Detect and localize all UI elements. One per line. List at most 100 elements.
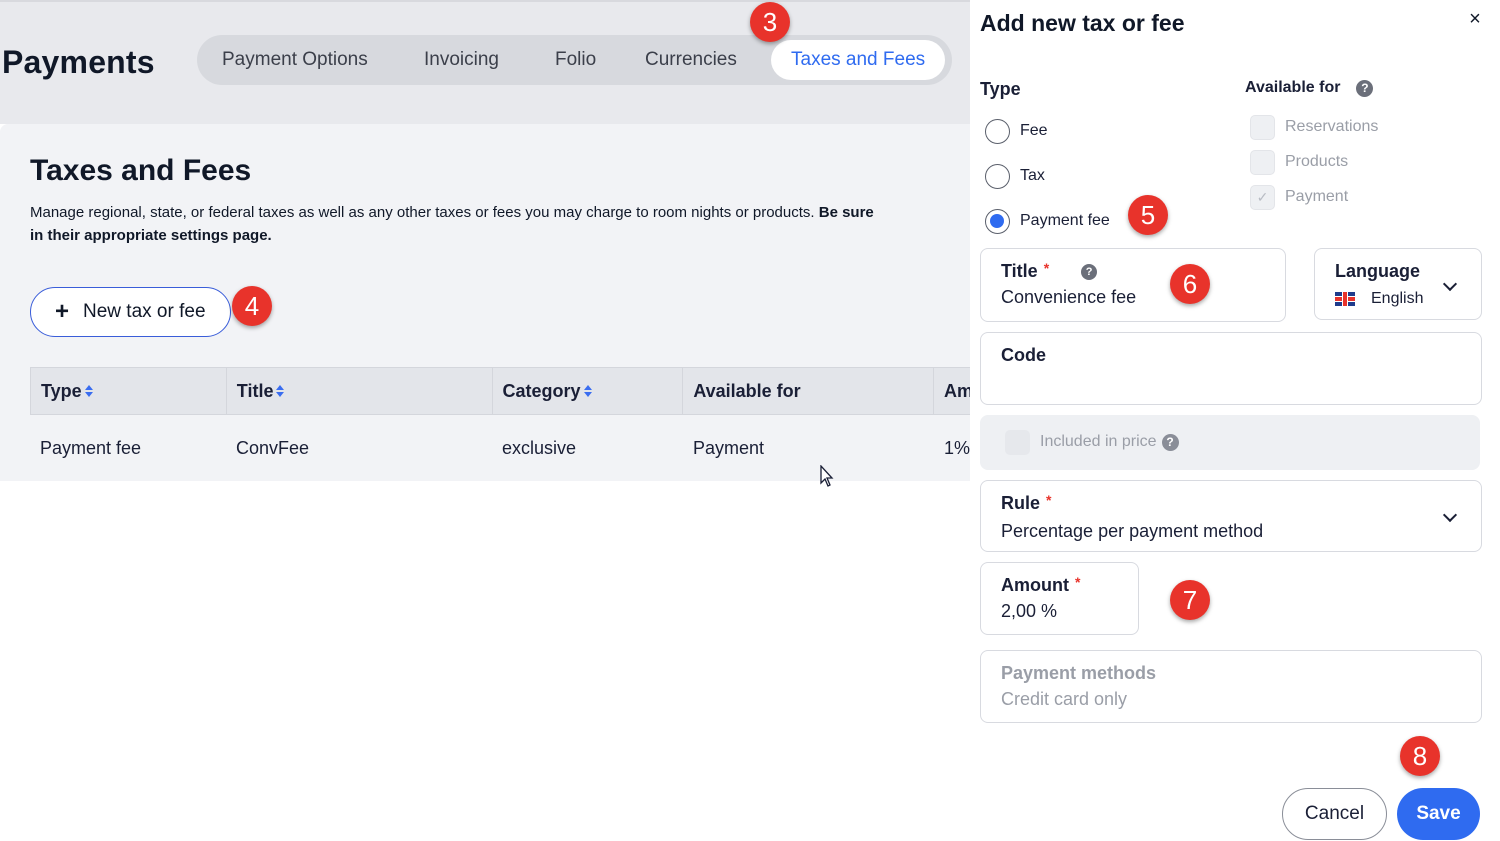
taxes-fees-table: Type Title Category Available for Am Pay… bbox=[30, 367, 970, 481]
checkbox-label: Payment bbox=[1285, 188, 1349, 205]
rule-value: Percentage per payment method bbox=[1001, 521, 1264, 541]
section-title: Taxes and Fees bbox=[30, 154, 252, 187]
tab-invoicing[interactable]: Invoicing bbox=[424, 40, 499, 80]
sort-icon[interactable] bbox=[276, 384, 285, 398]
radio-label: Fee bbox=[1020, 122, 1048, 139]
included-in-price-row: Included in price ? bbox=[980, 415, 1480, 470]
description-continuation: in their appropriate settings page. bbox=[30, 227, 272, 244]
column-label: Am bbox=[944, 381, 970, 401]
column-label: Title bbox=[236, 381, 274, 401]
help-icon[interactable]: ? bbox=[1161, 433, 1179, 451]
section-description: Manage regional, state, or federal taxes… bbox=[30, 201, 970, 247]
cell-amount: 1% bbox=[944, 438, 970, 458]
column-header-amount: Am bbox=[934, 368, 970, 414]
column-label: Available for bbox=[693, 381, 801, 401]
cell-type: Payment fee bbox=[40, 438, 142, 458]
language-name: English bbox=[1371, 290, 1424, 307]
sort-icon[interactable] bbox=[84, 384, 94, 398]
annotation-badge-5: 5 bbox=[1128, 195, 1168, 235]
radio-label: Tax bbox=[1020, 167, 1045, 184]
tab-currencies[interactable]: Currencies bbox=[645, 40, 737, 80]
included-in-price-checkbox bbox=[1005, 430, 1030, 455]
annotation-badge-4: 4 bbox=[232, 286, 272, 326]
language-label: Language bbox=[1335, 261, 1420, 282]
checkmark-icon: ✓ bbox=[1250, 184, 1275, 210]
title-field-label: Title * ? bbox=[1001, 259, 1098, 282]
column-header-type[interactable]: Type bbox=[31, 368, 227, 414]
plus-icon: + bbox=[55, 298, 70, 325]
payment-methods-field: Payment methods Credit card only bbox=[980, 650, 1482, 723]
help-icon[interactable]: ? bbox=[1356, 79, 1374, 97]
code-field[interactable]: Code bbox=[980, 332, 1482, 405]
payments-page: Payments Payment Options Invoicing Folio… bbox=[0, 0, 970, 841]
field-label-text: Amount bbox=[1001, 575, 1069, 595]
rule-select[interactable]: Rule * Percentage per payment method bbox=[980, 480, 1482, 552]
language-select[interactable]: Language English bbox=[1314, 248, 1482, 320]
save-button[interactable]: Save bbox=[1397, 788, 1480, 840]
column-label: Type bbox=[41, 381, 82, 401]
column-header-category[interactable]: Category bbox=[493, 368, 684, 414]
field-label-text: Code bbox=[1001, 345, 1046, 365]
app-window: Payments Payment Options Invoicing Folio… bbox=[0, 0, 1500, 841]
field-label-text: Payment methods bbox=[1001, 663, 1157, 683]
code-label: Code bbox=[1001, 345, 1046, 366]
table-header: Type Title Category Available for Am bbox=[30, 367, 970, 415]
close-icon[interactable]: × bbox=[1464, 8, 1486, 30]
type-label: Type bbox=[980, 79, 1021, 99]
field-label-text: Language bbox=[1335, 261, 1421, 281]
column-header-title[interactable]: Title bbox=[227, 368, 493, 414]
radio-button[interactable] bbox=[985, 208, 1010, 234]
field-label-text: Rule bbox=[1001, 493, 1041, 513]
uk-flag-icon bbox=[1335, 291, 1355, 306]
column-label: Category bbox=[502, 381, 581, 401]
drawer-title: Add new tax or fee bbox=[980, 10, 1185, 36]
radio-payment-fee[interactable]: Payment fee bbox=[985, 208, 1110, 234]
annotation-badge-6: 6 bbox=[1170, 264, 1210, 304]
available-for-label: Available for ? bbox=[1245, 79, 1374, 97]
page-title: Payments bbox=[2, 44, 155, 80]
tab-payment-options[interactable]: Payment Options bbox=[222, 40, 368, 80]
radio-tax[interactable]: Tax bbox=[985, 163, 1045, 189]
payment-methods-label: Payment methods bbox=[1001, 663, 1156, 684]
new-tax-or-fee-button[interactable]: + New tax or fee bbox=[30, 287, 231, 337]
tabs-bar: Payment Options Invoicing Folio Currenci… bbox=[197, 35, 952, 85]
new-tax-or-fee-label: New tax or fee bbox=[83, 301, 206, 322]
required-mark: * bbox=[1046, 491, 1052, 508]
tab-taxes-and-fees[interactable]: Taxes and Fees bbox=[771, 40, 946, 80]
rule-label: Rule * bbox=[1001, 491, 1052, 514]
annotation-badge-7: 7 bbox=[1170, 580, 1210, 620]
required-mark: * bbox=[1074, 573, 1081, 590]
radio-fee[interactable]: Fee bbox=[985, 118, 1048, 144]
checkbox bbox=[1250, 149, 1275, 175]
title-input[interactable]: Convenience fee bbox=[1001, 287, 1136, 308]
radio-button[interactable] bbox=[985, 163, 1010, 189]
checkbox-reservations: Reservations bbox=[1250, 114, 1378, 140]
included-in-price-label: Included in price ? bbox=[1040, 433, 1179, 451]
cancel-button[interactable]: Cancel bbox=[1282, 788, 1387, 840]
content-panel: Taxes and Fees Manage regional, state, o… bbox=[0, 124, 970, 481]
page-header: Payments Payment Options Invoicing Folio… bbox=[0, 0, 970, 124]
required-mark: * bbox=[1043, 259, 1050, 276]
chevron-down-icon[interactable] bbox=[1442, 276, 1458, 292]
help-icon[interactable]: ? bbox=[1081, 263, 1098, 280]
add-tax-fee-drawer: Add new tax or fee × Type Fee Tax Paymen… bbox=[970, 0, 1500, 841]
language-value: English bbox=[1335, 290, 1423, 308]
amount-label: Amount * bbox=[1001, 573, 1081, 596]
checkbox-label: Reservations bbox=[1285, 118, 1379, 135]
sort-icon[interactable] bbox=[583, 384, 593, 398]
checkbox-products: Products bbox=[1250, 149, 1348, 175]
field-label-text: Title bbox=[1001, 261, 1038, 281]
checkbox-payment: ✓ Payment bbox=[1250, 184, 1348, 210]
column-header-available-for: Available for bbox=[683, 368, 935, 414]
tab-folio[interactable]: Folio bbox=[555, 40, 596, 80]
checkbox-label: Products bbox=[1285, 153, 1349, 170]
title-field[interactable]: Title * ? Convenience fee bbox=[980, 248, 1286, 322]
chevron-down-icon[interactable] bbox=[1442, 507, 1458, 523]
checkbox bbox=[1250, 114, 1275, 140]
payment-methods-value: Credit card only bbox=[1001, 689, 1128, 709]
cell-available-for: Payment bbox=[693, 438, 765, 458]
cell-category: exclusive bbox=[502, 438, 577, 458]
radio-button[interactable] bbox=[985, 118, 1010, 144]
amount-field[interactable]: Amount * 2,00 % bbox=[980, 562, 1139, 635]
amount-input[interactable]: 2,00 % bbox=[1001, 601, 1057, 622]
